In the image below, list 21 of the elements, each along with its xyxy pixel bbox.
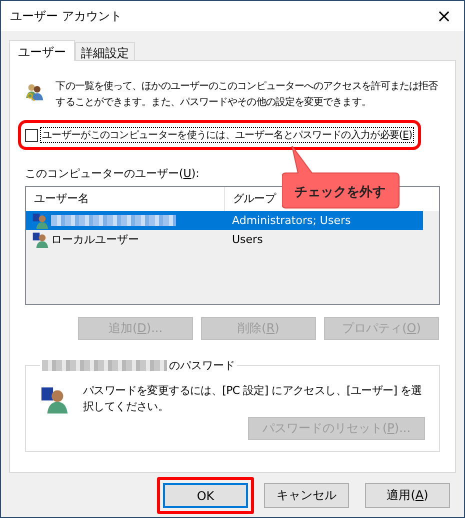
close-button[interactable]: ×: [424, 1, 464, 31]
column-header[interactable]: グループ: [225, 191, 276, 206]
password-message: パスワードを変更するには、[PC 設定] にアクセスし、[ユーザー] を選択してください。: [83, 382, 423, 414]
user-row[interactable]: Administrators; Users: [26, 210, 423, 230]
user-row[interactable]: ローカルユーザー Users: [26, 230, 423, 248]
users-label: このコンピューターのユーザー(U):: [25, 166, 200, 180]
tab[interactable]: 詳細設定: [75, 42, 135, 60]
tab[interactable]: ユーザー: [9, 40, 75, 61]
user-group: Administrators; Users: [225, 214, 351, 226]
group-title: のパスワード: [169, 358, 235, 372]
user-icon: [32, 212, 49, 228]
checkbox[interactable]: [25, 128, 38, 142]
user-name: ローカルユーザー: [51, 232, 139, 246]
dialog-button[interactable]: OK: [163, 483, 248, 508]
description-text: 下の一覧を使って、ほかのユーザーのこのコンピューターへのアクセスを許可または拒否することができます。また、パスワードやその他の設定を変更できます。: [56, 80, 439, 110]
window-title: ユーザー アカウント: [10, 8, 122, 24]
checkbox-label[interactable]: ユーザーがこのコンピューターを使うには、ユーザー名とパスワードの入力が必要(E): [40, 127, 414, 143]
user-icon: [32, 230, 49, 248]
user-group: Users: [225, 232, 263, 246]
dialog-button[interactable]: 適用(A): [365, 483, 450, 508]
dialog-button[interactable]: キャンセル: [264, 483, 349, 508]
